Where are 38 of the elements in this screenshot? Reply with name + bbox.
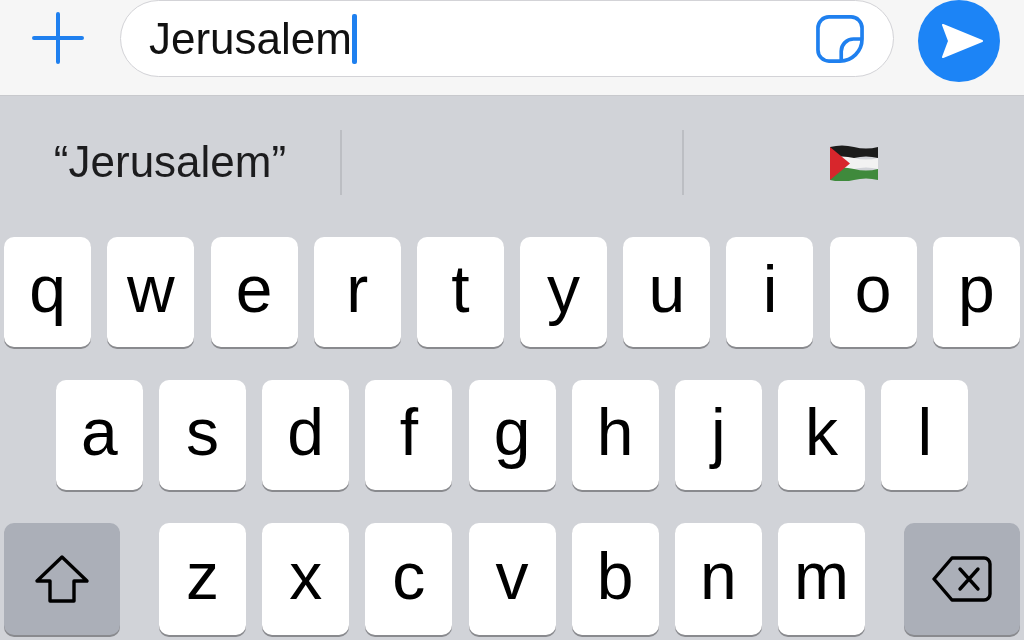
- keyboard-key[interactable]: n: [674, 523, 762, 635]
- keyboard-key[interactable]: y: [520, 237, 608, 347]
- keyboard-key[interactable]: d: [262, 380, 350, 490]
- backspace-icon: [932, 556, 992, 602]
- suggestion-word[interactable]: “Jerusalem”: [53, 138, 287, 187]
- keyboard-key[interactable]: e: [210, 237, 298, 347]
- sticker-icon: [815, 14, 865, 63]
- keyboard-key[interactable]: r: [313, 237, 401, 347]
- keyboard-key[interactable]: b: [571, 523, 659, 635]
- keyboard-key[interactable]: a: [55, 380, 143, 490]
- keyboard-key[interactable]: s: [158, 380, 246, 490]
- keyboard-key[interactable]: x: [262, 523, 350, 635]
- shift-key[interactable]: [4, 523, 120, 635]
- keyboard-key[interactable]: h: [571, 380, 659, 490]
- keyboard-key[interactable]: z: [158, 523, 246, 635]
- keyboard-key[interactable]: l: [881, 380, 969, 490]
- keyboard-key[interactable]: m: [778, 523, 866, 635]
- sticker-button[interactable]: [815, 14, 865, 63]
- paper-plane-icon: [941, 23, 983, 59]
- keyboard-key[interactable]: w: [107, 237, 195, 347]
- add-button[interactable]: [32, 12, 84, 64]
- message-field[interactable]: Jerusalem: [120, 0, 894, 77]
- keyboard-key[interactable]: c: [365, 523, 453, 635]
- keyboard-key[interactable]: j: [674, 380, 762, 490]
- backspace-key[interactable]: [904, 523, 1020, 635]
- keyboard-key[interactable]: t: [416, 237, 504, 347]
- keyboard-key[interactable]: f: [365, 380, 453, 490]
- keyboard-key[interactable]: i: [726, 237, 814, 347]
- keyboard-key[interactable]: v: [468, 523, 556, 635]
- flag-icon[interactable]: [830, 144, 878, 181]
- keyboard-key[interactable]: q: [4, 237, 92, 347]
- keyboard-key[interactable]: g: [468, 380, 556, 490]
- keyboard-key[interactable]: o: [829, 237, 917, 347]
- keyboard-key[interactable]: p: [932, 237, 1020, 347]
- shift-icon: [34, 554, 90, 604]
- plus-icon: [32, 12, 84, 64]
- keyboard-key[interactable]: u: [623, 237, 711, 347]
- keyboard-key[interactable]: k: [778, 380, 866, 490]
